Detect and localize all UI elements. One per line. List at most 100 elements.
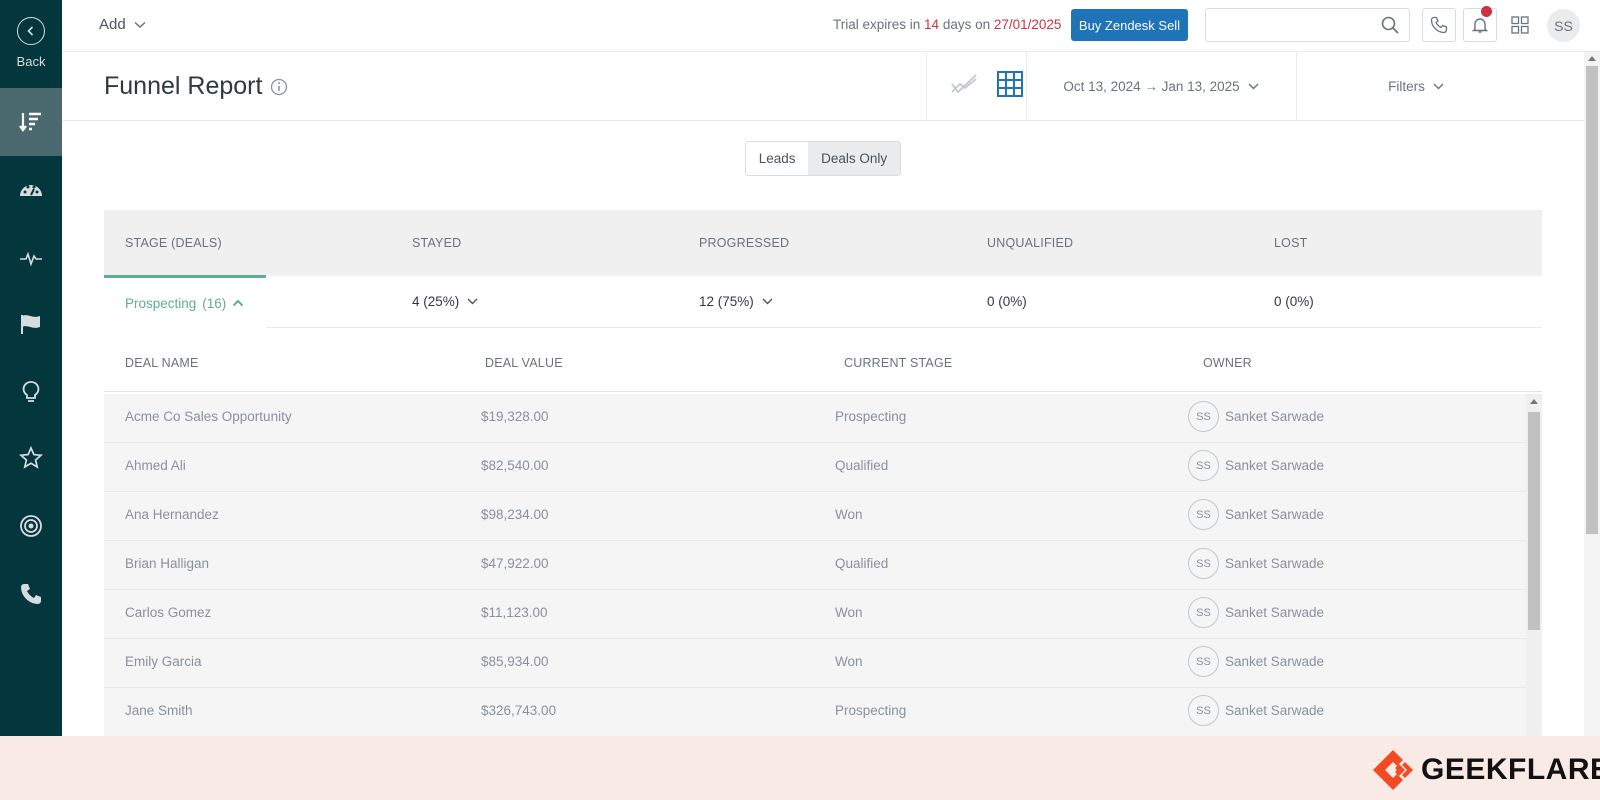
scroll-up-arrow[interactable] (1530, 399, 1538, 404)
sidebar-item-activity[interactable] (0, 224, 62, 292)
progressed-count: 12 (699, 294, 715, 309)
deals-scrollbar[interactable] (1526, 394, 1542, 736)
owner-name: Sanket Sarwade (1225, 556, 1325, 571)
deal-stage: Prospecting (835, 703, 907, 718)
progressed-cell[interactable]: 12 (75%) (699, 294, 773, 309)
owner-name: Sanket Sarwade (1225, 654, 1325, 669)
trial-notice: Trial expires in 14 days on 27/01/2025 (833, 17, 1061, 32)
toggle-leads[interactable]: Leads (746, 142, 809, 175)
stage-count: (16) (202, 295, 227, 311)
table-row[interactable]: Jane Smith $326,743.00 Prospecting SS San… (104, 688, 1526, 736)
lost-percent: (0%) (1285, 294, 1314, 309)
deal-value: $11,123.00 (481, 605, 548, 620)
lost-cell: 0 (0%) (1274, 294, 1314, 309)
notifications-button[interactable] (1463, 6, 1497, 42)
search-input[interactable] (1214, 9, 1374, 39)
phone-icon (21, 584, 41, 604)
stayed-count: 4 (412, 294, 420, 309)
progressed-percent: (75%) (717, 294, 754, 309)
sidebar-item-calls[interactable] (0, 560, 62, 628)
back-button[interactable]: Back (0, 0, 62, 88)
table-row[interactable]: Brian Halligan $47,922.00 Qualified SS Sa… (104, 541, 1526, 590)
deal-owner: SS Sanket Sarwade (1188, 450, 1324, 481)
column-header: STAGE (DEALS) (125, 236, 222, 250)
brand-footer: GEEKFLARE (0, 736, 1600, 800)
call-button[interactable] (1422, 8, 1456, 42)
deal-owner: SS Sanket Sarwade (1188, 548, 1324, 579)
deal-name: Acme Co Sales Opportunity (125, 409, 292, 424)
flag-icon (21, 315, 40, 334)
deal-owner: SS Sanket Sarwade (1188, 401, 1324, 432)
owner-name: Sanket Sarwade (1225, 409, 1325, 424)
chevron-down-icon (134, 21, 146, 28)
table-view-icon[interactable] (996, 70, 1024, 98)
deal-name: Brian Halligan (125, 556, 210, 571)
add-menu-button[interactable]: Add (99, 16, 146, 33)
deal-stage: Qualified (835, 556, 889, 571)
deal-stage: Prospecting (835, 409, 907, 424)
deals-table-header: DEAL NAME DEAL VALUE CURRENT STAGE OWNER (104, 330, 1542, 392)
deal-name: Jane Smith (125, 703, 193, 718)
activity-icon (20, 251, 42, 267)
table-row[interactable]: Emily Garcia $85,934.00 Won SS Sanket Sar… (104, 639, 1526, 688)
geekflare-logo-icon (1373, 750, 1413, 790)
buy-zendesk-sell-button[interactable]: Buy Zendesk Sell (1071, 9, 1188, 41)
table-row[interactable]: Acme Co Sales Opportunity $19,328.00 Pro… (104, 394, 1526, 443)
trial-prefix: Trial expires in (833, 17, 925, 32)
target-icon (20, 515, 42, 537)
page-scrollbar[interactable] (1584, 52, 1600, 736)
scroll-up-arrow[interactable] (1588, 56, 1596, 61)
scrollbar-thumb[interactable] (1528, 412, 1540, 630)
stayed-cell[interactable]: 4 (25%) (412, 294, 478, 309)
report-header: Funnel Report Oct 13, 2024 → Jan 13, 202… (62, 52, 1584, 121)
avatar: SS (1188, 401, 1219, 432)
column-header: CURRENT STAGE (844, 356, 953, 370)
owner-name: Sanket Sarwade (1225, 605, 1325, 620)
deal-owner: SS Sanket Sarwade (1188, 499, 1324, 530)
sort-icon (19, 112, 41, 132)
sidebar-item-targets[interactable] (0, 492, 62, 560)
apps-grid-icon[interactable] (1511, 16, 1529, 34)
avatar: SS (1188, 450, 1219, 481)
leads-deals-toggle: Leads Deals Only (745, 141, 901, 176)
filters-button[interactable]: Filters (1296, 52, 1536, 120)
lost-count: 0 (1274, 294, 1282, 309)
toggle-deals-only[interactable]: Deals Only (808, 142, 900, 175)
info-icon[interactable] (270, 78, 288, 96)
date-range-picker[interactable]: Oct 13, 2024 → Jan 13, 2025 (1026, 52, 1296, 120)
sidebar-item-insights[interactable] (0, 358, 62, 426)
chevron-down-icon (1433, 83, 1444, 89)
search-icon[interactable] (1381, 16, 1399, 34)
sidebar-item-favorites[interactable] (0, 424, 62, 492)
deal-stage: Won (835, 605, 863, 620)
deal-name: Ahmed Ali (125, 458, 186, 473)
star-icon (18, 445, 44, 469)
stage-row-prospecting: Prospecting (16) 4 (25%) 12 (75%) 0 (0%)… (104, 275, 1542, 328)
unqualified-percent: (0%) (998, 294, 1027, 309)
table-row[interactable]: Carlos Gomez $11,123.00 Won SS Sanket Sar… (104, 590, 1526, 639)
deal-owner: SS Sanket Sarwade (1188, 646, 1324, 677)
header-divider (926, 52, 927, 121)
trial-date: 27/01/2025 (993, 17, 1062, 32)
trial-days: 14 (924, 17, 940, 32)
stage-tab-prospecting[interactable]: Prospecting (16) (104, 275, 266, 328)
column-header: DEAL NAME (125, 356, 199, 370)
sidebar-item-dashboard[interactable] (0, 156, 62, 224)
table-row[interactable]: Ahmed Ali $82,540.00 Qualified SS Sanket … (104, 443, 1526, 492)
top-bar: Add Trial expires in 14 days on 27/01/20… (62, 0, 1600, 52)
add-label: Add (99, 16, 126, 33)
stage-name: Prospecting (125, 295, 197, 311)
scrollbar-thumb[interactable] (1586, 66, 1598, 534)
deal-stage: Won (835, 507, 863, 522)
sidebar-item-goals[interactable] (0, 290, 62, 358)
chevron-left-icon (17, 17, 45, 45)
column-header: LOST (1274, 236, 1308, 250)
table-row[interactable]: Ana Hernandez $98,234.00 Won SS Sanket Sa… (104, 492, 1526, 541)
sidebar-item-funnel-report[interactable] (0, 88, 62, 156)
brand-name: GEEKFLARE (1421, 753, 1600, 786)
deal-name: Carlos Gomez (125, 605, 212, 620)
chart-view-icon[interactable] (950, 72, 978, 98)
user-avatar[interactable]: SS (1547, 9, 1580, 42)
chevron-up-icon (233, 299, 244, 307)
brand-logo: GEEKFLARE (1371, 748, 1600, 792)
